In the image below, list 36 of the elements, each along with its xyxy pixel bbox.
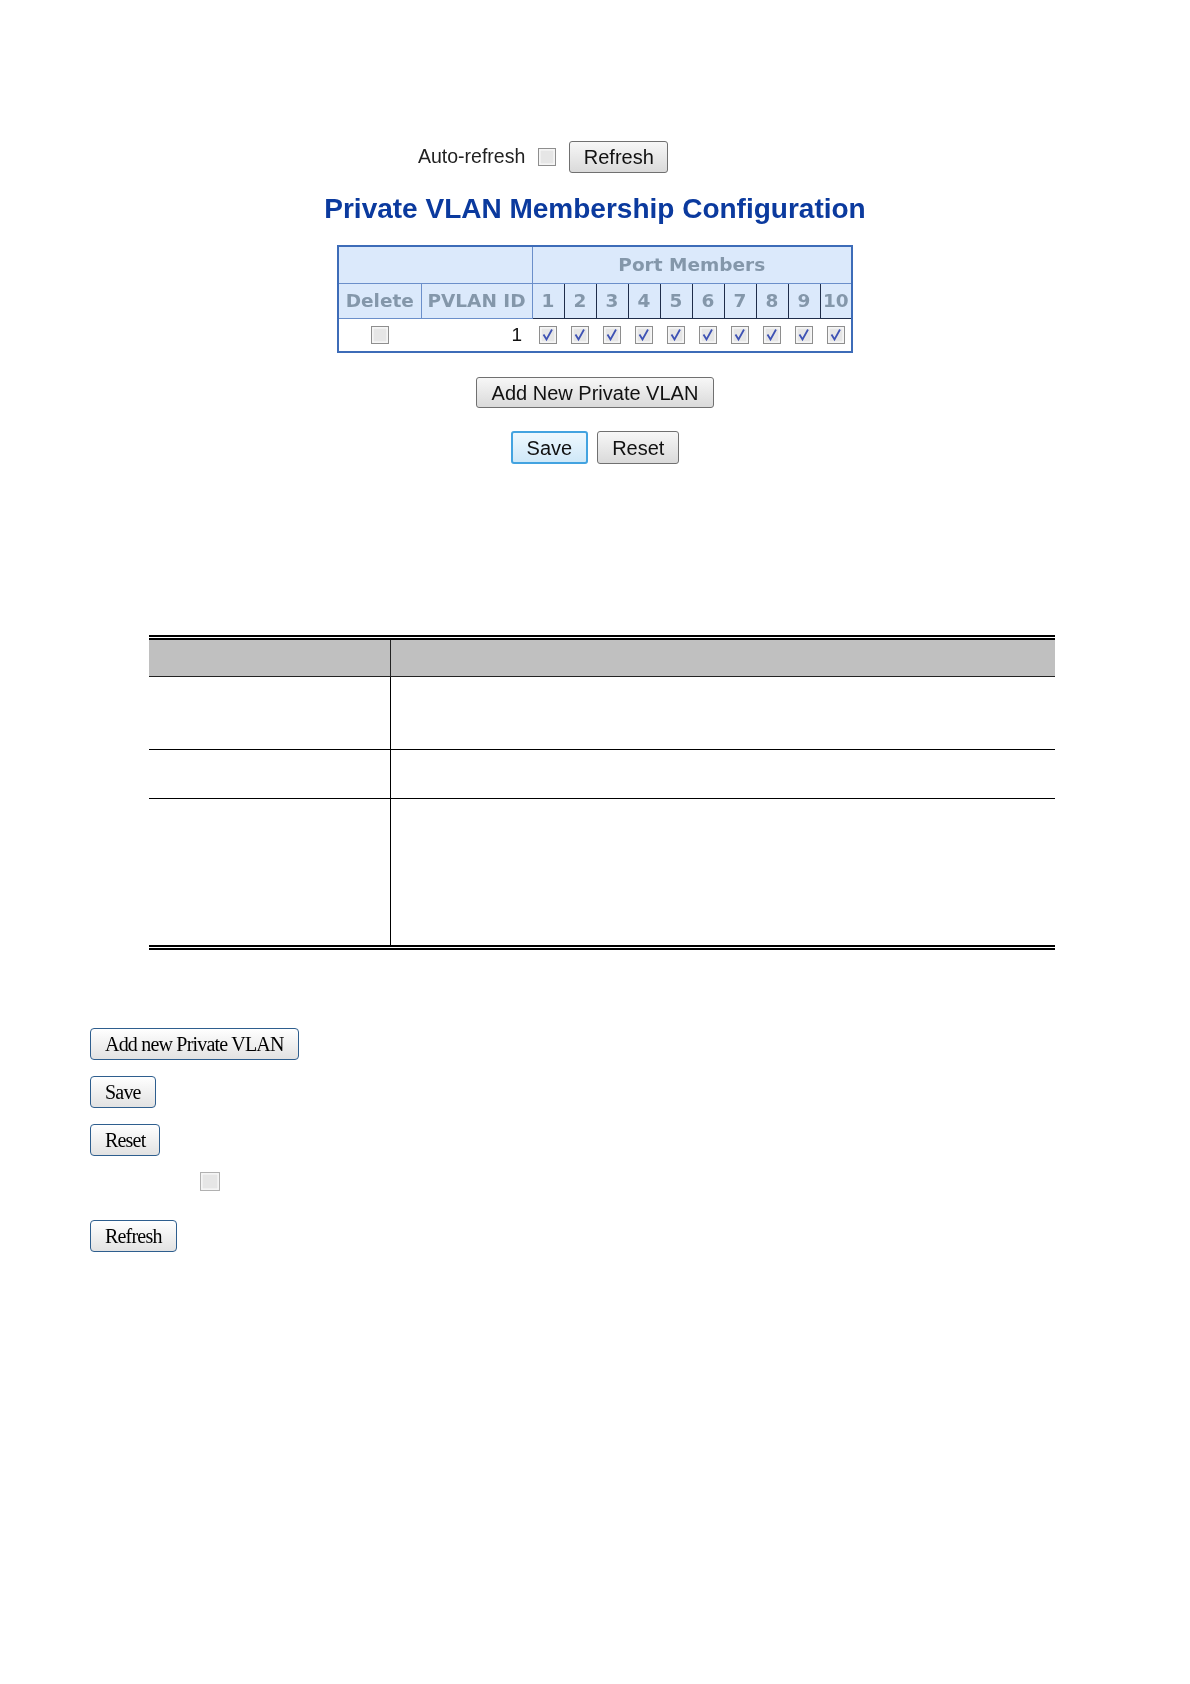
column-header: 9: [788, 283, 820, 318]
reset-button[interactable]: Reset: [597, 431, 680, 464]
column-header: 3: [596, 283, 628, 318]
port-member-checkbox[interactable]: [539, 325, 557, 344]
delete-checkbox[interactable]: [371, 325, 389, 344]
legend-button[interactable]: Save: [90, 1076, 156, 1108]
legend-button[interactable]: Refresh: [90, 1220, 177, 1252]
column-header: 5: [660, 283, 692, 318]
column-header: 7: [724, 283, 756, 318]
column-header: 8: [756, 283, 788, 318]
add-private-vlan-button[interactable]: Add New Private VLAN: [475, 377, 715, 408]
page-title: Private VLAN Membership Configuration: [324, 192, 866, 226]
column-header: 10: [820, 283, 852, 318]
auto-refresh-checkbox[interactable]: [538, 148, 557, 166]
column-header: 4: [628, 283, 660, 318]
column-header: 6: [692, 283, 724, 318]
port-member-checkbox[interactable]: [667, 325, 685, 344]
port-member-checkbox[interactable]: [635, 325, 653, 344]
port-member-checkbox[interactable]: [795, 325, 813, 344]
port-member-checkbox[interactable]: [571, 325, 589, 344]
column-group-header: Port Members: [532, 246, 852, 283]
auto-refresh-label: Auto-refresh: [418, 144, 526, 170]
port-member-checkbox[interactable]: [603, 325, 621, 344]
column-header: PVLAN ID: [421, 283, 532, 318]
save-button[interactable]: Save: [510, 431, 589, 464]
legend-button[interactable]: Reset: [90, 1124, 161, 1156]
port-member-checkbox[interactable]: [731, 325, 749, 344]
port-member-checkbox[interactable]: [699, 325, 717, 344]
legend-button[interactable]: Add new Private VLAN: [90, 1028, 299, 1060]
legend-checkbox[interactable]: [200, 1172, 220, 1191]
column-header: 2: [564, 283, 596, 318]
port-member-checkbox[interactable]: [826, 325, 845, 344]
column-header: Delete: [338, 283, 421, 318]
port-member-checkbox[interactable]: [763, 325, 781, 344]
refresh-button[interactable]: Refresh: [569, 141, 669, 173]
table-cell: 1: [421, 318, 532, 352]
